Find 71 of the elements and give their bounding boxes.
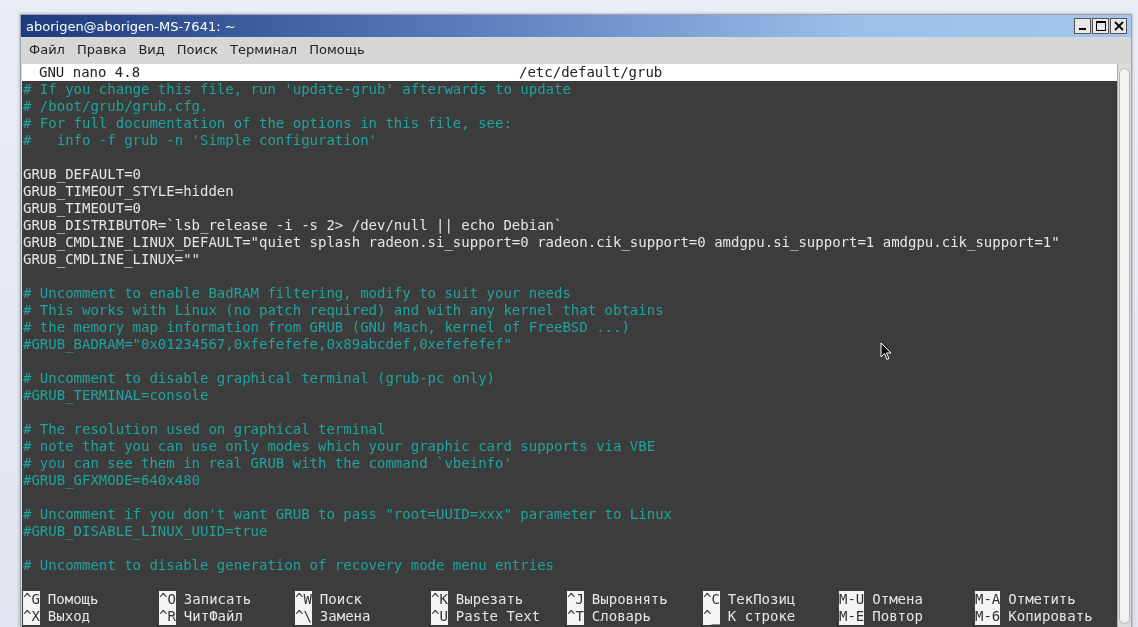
menu-item[interactable]: Файл <box>23 42 71 57</box>
shortcut-key: ^_ <box>703 608 720 625</box>
comment-line: #GRUB_BADRAM="0x01234567,0xfefefefe,0x89abcdef,0xefefefef" <box>23 336 512 352</box>
menu-item[interactable]: Терминал <box>223 42 304 57</box>
shortcut-label: Повтор <box>872 608 923 625</box>
comment-line: # the memory map information from GRUB (GNU Mach, kernel of FreeBSD ...) <box>23 319 630 335</box>
shortcut-label: Отмена <box>872 591 923 608</box>
menu-item[interactable]: Помощь <box>303 42 371 57</box>
file-path: /etc/default/grub <box>519 64 663 81</box>
menu-item[interactable]: Поиск <box>170 42 224 57</box>
shortcut-label: Paste Text <box>455 608 541 625</box>
shortcut-key: ^U <box>431 608 448 625</box>
comment-line: #GRUB_TERMINAL=console <box>23 387 209 403</box>
comment-line: # /boot/grub/grub.cfg. <box>23 98 209 114</box>
shortcut-label: Помощь <box>47 591 99 608</box>
shortcut-label: ТекПозиц <box>727 591 796 608</box>
comment-line: # note that you can use only modes which your graphic card supports via VBE <box>23 438 656 454</box>
shortcut-key: ^\ <box>295 608 312 625</box>
shortcut-label: Выход <box>47 608 90 625</box>
code-line: GRUB_TIMEOUT=0 <box>23 200 141 216</box>
shortcut-key: ^G <box>23 591 40 608</box>
shortcut-label: ЧитФайл <box>183 608 243 625</box>
mouse-pointer-icon <box>880 342 892 361</box>
shortcut-label: Вырезать <box>455 591 524 608</box>
code-line: GRUB_TIMEOUT_STYLE=hidden <box>23 183 234 199</box>
code-line: GRUB_CMDLINE_LINUX="" <box>23 251 200 267</box>
comment-line: # info -f grub -n 'Simple configuration' <box>23 132 377 148</box>
shortcut-key: ^C <box>703 591 720 608</box>
comment-line: #GRUB_GFXMODE=640x480 <box>23 472 200 488</box>
shortcut-label: К строке <box>727 608 796 625</box>
shortcut-key: ^O <box>159 591 176 608</box>
comment-line: # Uncomment if you don't want GRUB to pass "root=UUID=xxx" parameter to Linux <box>23 506 672 522</box>
shortcut-key: ^W <box>295 591 312 608</box>
comment-line: # Uncomment to disable generation of recovery mode menu entries <box>23 557 554 573</box>
window-title: aborigen@aborigen-MS-7641: ~ <box>26 18 236 34</box>
shortcut-key: M-E <box>839 608 865 625</box>
shortcut-label: Записать <box>183 591 252 608</box>
comment-line: # If you change this file, run 'update-grub' afterwards to update <box>23 81 571 97</box>
code-line: GRUB_DEFAULT=0 <box>23 166 141 182</box>
scrollbar[interactable] <box>1117 64 1131 627</box>
menu-item[interactable]: Правка <box>70 42 133 57</box>
code-line: GRUB_CMDLINE_LINUX_DEFAULT="quiet splash radeon.si_support=0 radeon.cik_support=0 amdgpu.si_support=1 amdgpu.cik_support=1" <box>23 234 1060 250</box>
close-button[interactable] <box>1110 18 1127 34</box>
comment-line: # Uncomment to disable graphical terminal (grub-pc only) <box>23 370 495 386</box>
shortcut-key: ^J <box>567 591 584 608</box>
shortcut-key: ^T <box>567 608 584 625</box>
shortcut-label: Словарь <box>591 608 651 625</box>
shortcut-label: Выровнять <box>591 591 668 608</box>
shortcut-label: Поиск <box>319 591 362 608</box>
shortcut-label: Отметить <box>1008 591 1076 608</box>
shortcut-key: ^R <box>159 608 176 625</box>
minimize-button[interactable] <box>1074 18 1091 34</box>
comment-line: #GRUB_DISABLE_LINUX_UUID=true <box>23 523 268 539</box>
comment-line: # Uncomment to enable BadRAM filtering, modify to suit your needs <box>23 285 571 301</box>
shortcut-key: ^X <box>23 608 40 625</box>
shortcut-key: ^K <box>431 591 448 608</box>
maximize-button[interactable] <box>1092 18 1109 34</box>
menu-item[interactable]: Вид <box>132 42 171 57</box>
shortcut-key: M-6 <box>975 608 1001 625</box>
code-line: GRUB_DISTRIBUTOR=`lsb_release -i -s 2> /dev/null || echo Debian` <box>23 217 563 233</box>
comment-line: # For full documentation of the options in this file, see: <box>23 115 512 131</box>
close-icon <box>1113 21 1124 31</box>
comment-line: # This works with Linux (no patch required) and with any kernel that obtains <box>23 302 664 318</box>
nano-version: GNU nano 4.8 <box>38 64 142 81</box>
comment-line: # The resolution used on graphical terminal <box>23 421 386 437</box>
shortcut-label: Копировать <box>1008 608 1093 625</box>
maximize-icon <box>1095 21 1106 31</box>
shortcut-key: M-U <box>839 591 865 608</box>
shortcut-key: M-A <box>975 591 1001 608</box>
shortcut-label: Замена <box>319 608 371 625</box>
comment-line: # you can see them in real GRUB with the command `vbeinfo' <box>23 455 512 471</box>
